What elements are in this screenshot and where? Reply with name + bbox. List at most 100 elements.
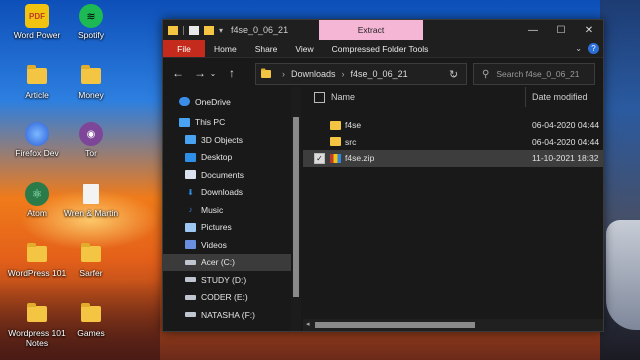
scrollbar-thumb[interactable] — [293, 117, 299, 297]
desktop-icon-article[interactable]: Article — [6, 64, 68, 100]
column-header-name[interactable]: Name — [331, 92, 355, 102]
file-list: Name Date modified f4se 06-04-2020 04:44… — [303, 87, 603, 331]
nav-item-desktop[interactable]: Desktop — [163, 149, 301, 167]
nav-item-label: Music — [201, 204, 224, 215]
nav-item-label: Pictures — [201, 222, 232, 233]
row-checkbox[interactable]: ✓ — [314, 152, 325, 164]
tab-file[interactable]: File — [163, 40, 205, 57]
nav-item-onedrive[interactable]: OneDrive — [163, 93, 301, 111]
pictures-icon — [185, 222, 196, 232]
nav-item-label: CODER (E:) — [201, 292, 248, 303]
window-title: f4se_0_06_21 — [231, 25, 289, 35]
nav-item-videos[interactable]: Videos — [163, 236, 301, 254]
expand-ribbon-icon[interactable]: ⌄ — [575, 44, 582, 53]
file-name: f4se.zip — [345, 153, 375, 164]
desktop-icon-money[interactable]: Money — [60, 64, 122, 100]
file-row[interactable]: src 06-04-2020 04:44 — [303, 134, 603, 151]
search-box[interactable]: ⚲ — [473, 63, 595, 85]
search-input[interactable] — [494, 68, 595, 80]
document-icon — [79, 182, 103, 206]
nav-item-natasha-f[interactable]: NATASHA (F:) — [163, 306, 301, 324]
tab-view[interactable]: View — [286, 40, 322, 57]
file-date: 06-04-2020 04:44 — [532, 120, 600, 131]
ribbon-right-controls: ⌄ ? — [575, 40, 599, 57]
scroll-left-icon[interactable]: ◂ — [306, 320, 310, 328]
tab-share[interactable]: Share — [246, 40, 287, 57]
navigation-pane: OneDrive This PC 3D Objects Desktop Docu… — [163, 87, 301, 331]
nav-item-label: NATASHA (F:) — [201, 309, 255, 320]
desktop-icon-wordpress-101[interactable]: WordPress 101 — [6, 242, 68, 278]
nav-item-label: OneDrive — [195, 96, 231, 107]
desktop-icon-tor[interactable]: ◉ Tor — [60, 122, 122, 158]
close-button[interactable]: ✕ — [575, 20, 603, 40]
up-icon[interactable]: ↑ — [225, 66, 239, 80]
window-controls: — ☐ ✕ — [519, 20, 603, 40]
navpane-scrollbar[interactable] — [291, 87, 301, 331]
drive-icon — [185, 277, 196, 283]
desktop-icon-wordpress-notes[interactable]: Wordpress 101 Notes — [6, 302, 68, 348]
select-all-checkbox[interactable] — [314, 91, 325, 103]
file-row-selected[interactable]: ✓ f4se.zip 11-10-2021 18:32 — [303, 150, 603, 167]
file-name: f4se — [345, 120, 362, 131]
atom-icon: ⚛ — [25, 182, 49, 206]
tor-icon: ◉ — [79, 122, 103, 146]
nav-item-label: STUDY (D:) — [201, 274, 247, 285]
tab-home[interactable]: Home — [205, 40, 246, 57]
toolbar-divider — [183, 25, 184, 35]
desktop-icon-atom[interactable]: ⚛ Atom — [6, 182, 68, 218]
nav-item-music[interactable]: ♪ Music — [163, 201, 301, 219]
nav-item-pictures[interactable]: Pictures — [163, 219, 301, 237]
spotify-icon: ≋ — [79, 4, 103, 28]
extract-context-tab[interactable]: Extract — [319, 20, 423, 40]
back-icon[interactable]: ← — [171, 66, 185, 80]
desktop-icon-label: Atom — [27, 208, 47, 218]
folder-icon[interactable] — [168, 25, 178, 35]
desktop-icon-sarfer[interactable]: Sarfer — [60, 242, 122, 278]
nav-item-documents[interactable]: Documents — [163, 166, 301, 184]
title-bar[interactable]: ▾ f4se_0_06_21 Extract — ☐ ✕ — [163, 20, 603, 40]
column-divider[interactable] — [525, 87, 526, 107]
desktop-icon-label: Sarfer — [79, 268, 103, 278]
nav-item-this-pc[interactable]: This PC — [163, 114, 301, 132]
breadcrumb-downloads[interactable]: Downloads — [291, 69, 336, 79]
downloads-icon: ⬇ — [187, 187, 194, 197]
word-power-icon: PDF — [25, 4, 49, 28]
scrollbar-thumb[interactable] — [315, 322, 475, 328]
nav-item-label: Desktop — [201, 152, 233, 163]
minimize-button[interactable]: — — [519, 20, 547, 40]
maximize-button[interactable]: ☐ — [547, 20, 575, 40]
address-bar[interactable]: › Downloads › f4se_0_06_21 ⌄ — [255, 63, 467, 85]
recent-locations-icon[interactable]: ⌄ — [209, 69, 217, 78]
nav-item-label: This PC — [195, 117, 226, 128]
help-icon[interactable]: ? — [588, 43, 599, 54]
desktop-icon-wren-martin[interactable]: Wren & Martin — [60, 182, 122, 218]
forward-icon[interactable]: → — [193, 66, 207, 80]
file-list-horizontal-scrollbar[interactable]: ◂ — [303, 319, 603, 331]
desktop-icon-spotify[interactable]: ≋ Spotify — [60, 4, 122, 40]
file-row[interactable]: f4se 06-04-2020 04:44 — [303, 117, 603, 134]
desktop-icon-label: Money — [78, 90, 104, 100]
nav-item-downloads[interactable]: ⬇ Downloads — [163, 184, 301, 202]
address-row: ← → ⌄ ↑ › Downloads › f4se_0_06_21 ⌄ ↻ ⚲ — [163, 58, 603, 88]
breadcrumb-current-folder[interactable]: f4se_0_06_21 — [351, 69, 408, 79]
desktop-icon-firefox-dev[interactable]: Firefox Dev — [6, 122, 68, 158]
desktop-icon-label: WordPress 101 — [7, 268, 67, 278]
folder-icon — [79, 64, 103, 88]
videos-icon — [185, 240, 196, 250]
desktop-icon-games[interactable]: Games — [60, 302, 122, 338]
nav-item-study-d[interactable]: STUDY (D:) — [163, 271, 301, 289]
column-header-date[interactable]: Date modified — [532, 92, 588, 102]
new-folder-icon[interactable] — [204, 25, 214, 35]
desktop-icon-label: Firefox Dev — [15, 148, 59, 158]
nav-item-coder-e[interactable]: CODER (E:) — [163, 289, 301, 307]
desktop-icon-label: Wren & Martin — [63, 208, 119, 218]
customize-toolbar-icon[interactable]: ▾ — [219, 26, 223, 35]
properties-icon[interactable] — [189, 25, 199, 35]
refresh-icon[interactable]: ↻ — [449, 68, 458, 81]
nav-item-3d-objects[interactable]: 3D Objects — [163, 131, 301, 149]
desktop-icon-word-power[interactable]: PDF Word Power — [6, 4, 68, 40]
nav-item-acer-c[interactable]: Acer (C:) — [163, 253, 301, 271]
folder-icon — [25, 302, 49, 326]
desktop-icon-label: Wordpress 101 Notes — [8, 328, 66, 348]
tab-compressed-folder-tools[interactable]: Compressed Folder Tools — [323, 40, 438, 57]
